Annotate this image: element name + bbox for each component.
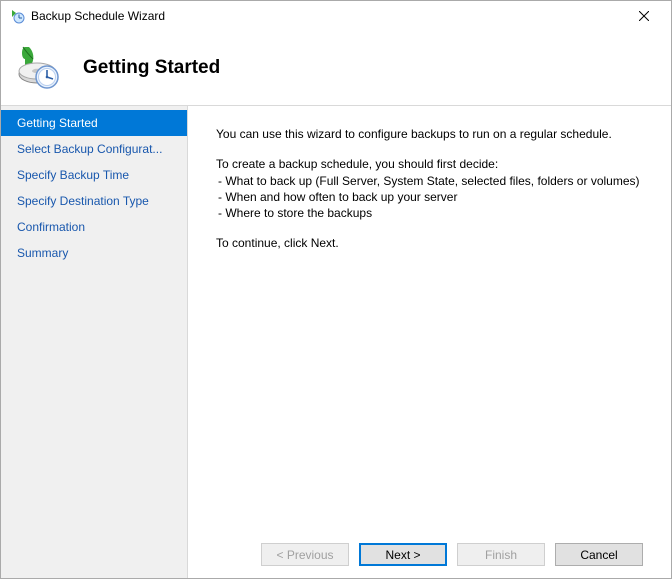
sidebar-item-getting-started[interactable]: Getting Started	[1, 110, 187, 136]
sidebar-item-label: Specify Backup Time	[17, 168, 129, 182]
bullet-item: - Where to store the backups	[216, 205, 643, 221]
button-bar: < Previous Next > Finish Cancel	[216, 543, 643, 568]
next-button[interactable]: Next >	[359, 543, 447, 566]
cancel-button[interactable]: Cancel	[555, 543, 643, 566]
sidebar-item-confirmation[interactable]: Confirmation	[1, 214, 187, 240]
content-panel: You can use this wizard to configure bac…	[188, 106, 671, 578]
content-text: You can use this wizard to configure bac…	[216, 126, 643, 251]
intro-text: You can use this wizard to configure bac…	[216, 126, 643, 142]
sidebar-item-label: Summary	[17, 246, 68, 260]
page-title: Getting Started	[83, 57, 220, 79]
sidebar-item-label: Select Backup Configurat...	[17, 142, 162, 156]
wizard-body: Getting Started Select Backup Configurat…	[1, 106, 671, 578]
titlebar: Backup Schedule Wizard	[1, 1, 671, 31]
close-button[interactable]	[623, 2, 665, 30]
sidebar-item-label: Confirmation	[17, 220, 85, 234]
spacer	[216, 251, 643, 543]
bullet-item: - When and how often to back up your ser…	[216, 189, 643, 205]
continue-text: To continue, click Next.	[216, 235, 643, 251]
wizard-window: Backup Schedule Wizard Getting St	[0, 0, 672, 579]
sidebar-item-select-backup-configuration[interactable]: Select Backup Configurat...	[1, 136, 187, 162]
sidebar-item-label: Specify Destination Type	[17, 194, 149, 208]
decide-label: To create a backup schedule, you should …	[216, 156, 643, 172]
app-icon	[9, 8, 25, 24]
bullet-item: - What to back up (Full Server, System S…	[216, 173, 643, 189]
previous-button: < Previous	[261, 543, 349, 566]
sidebar-item-specify-destination-type[interactable]: Specify Destination Type	[1, 188, 187, 214]
sidebar-item-label: Getting Started	[17, 116, 98, 130]
window-title: Backup Schedule Wizard	[31, 9, 165, 23]
sidebar-item-summary[interactable]: Summary	[1, 240, 187, 266]
finish-button: Finish	[457, 543, 545, 566]
sidebar-item-specify-backup-time[interactable]: Specify Backup Time	[1, 162, 187, 188]
wizard-header-icon	[15, 45, 61, 91]
close-icon	[639, 11, 649, 21]
wizard-header: Getting Started	[1, 31, 671, 105]
steps-sidebar: Getting Started Select Backup Configurat…	[1, 106, 187, 578]
